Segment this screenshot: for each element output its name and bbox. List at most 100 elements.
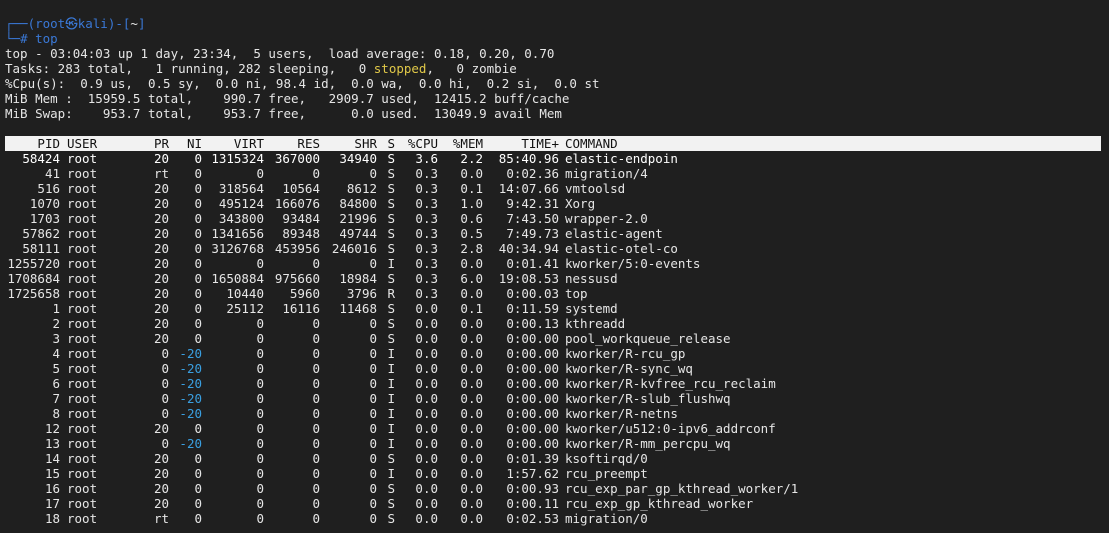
table-row[interactable]: 14 root 20 0 0 0 0 S 0.0 0.0 0:01.39 ksoftirqd/0 — [5, 451, 1109, 466]
cell-time: 0:00.00 — [506, 406, 559, 421]
column-header-time[interactable]: TIME+ — [483, 136, 559, 151]
column-header-user[interactable]: USER — [60, 136, 130, 151]
terminal-window[interactable]: ┌──(root㉿kali)-[~] └─# top top - 03:04:0… — [0, 0, 1109, 533]
cell-ni: -20 — [179, 346, 202, 361]
table-row[interactable]: 516 root 20 0 318564 10564 8612 S 0.3 0.1 14:07.66… — [5, 181, 1109, 196]
table-row[interactable]: 7 root 0 -20 0 0 0 I 0.0 0.0 0:00.00 kworker/R-slub… — [5, 391, 1109, 406]
cell-res: 93484 — [282, 211, 320, 226]
cell-ni: 0 — [194, 451, 202, 466]
cell-ni: 0 — [194, 286, 202, 301]
table-row[interactable]: 58111 root 20 0 3126768 453956 246016 S 0.3 2.8 40… — [5, 241, 1109, 256]
column-header-ni[interactable]: NI — [169, 136, 202, 151]
cell-mem: 6.0 — [460, 271, 483, 286]
cell-state: I — [387, 406, 395, 421]
cell-shr: 18984 — [339, 271, 377, 286]
cell-pr: 0 — [161, 376, 169, 391]
table-row[interactable]: 17 root 20 0 0 0 0 S 0.0 0.0 0:00.11 rcu_exp_gp_kth… — [5, 496, 1109, 511]
column-header-virt[interactable]: VIRT — [202, 136, 264, 151]
cell-cpu: 0.0 — [415, 376, 438, 391]
cell-command: elastic-otel-co — [565, 241, 678, 256]
cell-ni: 0 — [194, 166, 202, 181]
cell-command: wrapper-2.0 — [565, 211, 648, 226]
process-table-body[interactable]: 58424 root 20 0 1315324 367000 34940 S 3.6 2.2 85:… — [5, 151, 1109, 526]
cell-pid: 1255720 — [7, 256, 60, 271]
cell-state: S — [387, 496, 395, 511]
cell-command: rcu_exp_par_gp_kthread_worker/1 — [565, 481, 799, 496]
cell-user: root — [67, 451, 98, 466]
table-row[interactable]: 5 root 0 -20 0 0 0 I 0.0 0.0 0:00.00 kworker/R-sync… — [5, 361, 1109, 376]
column-header-mem[interactable]: %MEM — [438, 136, 483, 151]
cell-state: I — [387, 466, 395, 481]
cell-cpu: 0.0 — [415, 496, 438, 511]
cell-pr: 20 — [153, 196, 169, 211]
cell-mem: 0.0 — [460, 346, 483, 361]
cell-pid: 17 — [44, 496, 60, 511]
cell-shr: 0 — [369, 391, 377, 406]
cell-res: 0 — [312, 361, 320, 376]
cell-cpu: 0.0 — [415, 436, 438, 451]
table-row[interactable]: 1070 root 20 0 495124 166076 84800 S 0.3 1.0 9:42.… — [5, 196, 1109, 211]
table-row[interactable]: 1708684 root 20 0 1650884 975660 18984 S 0.3 6.0 1… — [5, 271, 1109, 286]
table-row[interactable]: 13 root 0 -20 0 0 0 I 0.0 0.0 0:00.00 kworker/R-mm_… — [5, 436, 1109, 451]
cell-time: 0:00.00 — [506, 346, 559, 361]
cell-shr: 0 — [369, 316, 377, 331]
cell-state: S — [387, 166, 395, 181]
table-row[interactable]: 16 root 20 0 0 0 0 S 0.0 0.0 0:00.93 rcu_exp_par_gp… — [5, 481, 1109, 496]
table-row[interactable]: 1 root 20 0 25112 16116 11468 S 0.0 0.1 0:11.59 sys… — [5, 301, 1109, 316]
table-row[interactable]: 3 root 20 0 0 0 0 S 0.0 0.0 0:00.00 pool_workqueue_… — [5, 331, 1109, 346]
tasks-zombie: , 0 zombie — [426, 61, 517, 76]
cell-time: 0:00.00 — [506, 421, 559, 436]
column-header-shr[interactable]: SHR — [320, 136, 377, 151]
cell-ni: 0 — [194, 181, 202, 196]
column-header-command[interactable]: COMMAND — [559, 136, 979, 151]
table-row[interactable]: 1725658 root 20 0 10440 5960 3796 R 0.3 0.0 0:00.0… — [5, 286, 1109, 301]
cell-virt: 3126768 — [211, 241, 264, 256]
table-row[interactable]: 58424 root 20 0 1315324 367000 34940 S 3.6 2.2 85:… — [5, 151, 1109, 166]
cell-res: 16116 — [282, 301, 320, 316]
table-row[interactable]: 6 root 0 -20 0 0 0 I 0.0 0.0 0:00.00 kworker/R-kvfr… — [5, 376, 1109, 391]
table-row[interactable]: 41 root rt 0 0 0 0 S 0.3 0.0 0:02.36 migration/4 — [5, 166, 1109, 181]
column-header-pid[interactable]: PID — [5, 136, 60, 151]
column-header-cpu[interactable]: %CPU — [395, 136, 438, 151]
cell-cpu: 0.0 — [415, 406, 438, 421]
cell-virt: 343800 — [218, 211, 264, 226]
prompt-frame-end: ] — [137, 16, 146, 31]
cell-mem: 0.0 — [460, 376, 483, 391]
table-row[interactable]: 57862 root 20 0 1341656 89348 49744 S 0.3 0.5 7:49… — [5, 226, 1109, 241]
table-row[interactable]: 18 root rt 0 0 0 0 S 0.0 0.0 0:02.53 migration/0 — [5, 511, 1109, 526]
cell-ni: 0 — [194, 511, 202, 526]
cell-ni: 0 — [194, 271, 202, 286]
cell-user: root — [67, 436, 98, 451]
table-row[interactable]: 1703 root 20 0 343800 93484 21996 S 0.3 0.6 7:43.5… — [5, 211, 1109, 226]
cell-virt: 0 — [256, 361, 264, 376]
cell-mem: 0.0 — [460, 316, 483, 331]
cell-shr: 34940 — [339, 151, 377, 166]
table-row[interactable]: 2 root 20 0 0 0 0 S 0.0 0.0 0:00.13 kthreadd — [5, 316, 1109, 331]
cell-time: 7:43.50 — [506, 211, 559, 226]
cell-command: vmtoolsd — [565, 181, 626, 196]
column-header-res[interactable]: RES — [264, 136, 320, 151]
table-row[interactable]: 1255720 root 20 0 0 0 0 I 0.3 0.0 0:01.41 kworker/5… — [5, 256, 1109, 271]
cell-user: root — [67, 241, 98, 256]
table-row[interactable]: 15 root 20 0 0 0 0 I 0.0 0.0 1:57.62 rcu_preempt — [5, 466, 1109, 481]
cell-pr: 20 — [153, 226, 169, 241]
table-row[interactable]: 8 root 0 -20 0 0 0 I 0.0 0.0 0:00.00 kworker/R-netn… — [5, 406, 1109, 421]
cell-state: S — [387, 181, 395, 196]
cell-res: 0 — [312, 466, 320, 481]
cell-mem: 0.1 — [460, 181, 483, 196]
table-row[interactable]: 4 root 0 -20 0 0 0 I 0.0 0.0 0:00.00 kworker/R-rcu_… — [5, 346, 1109, 361]
cell-command: kworker/R-sync_wq — [565, 361, 693, 376]
column-header-state[interactable]: S — [377, 136, 395, 151]
cell-pr: 0 — [161, 391, 169, 406]
cell-time: 0:01.39 — [506, 451, 559, 466]
cell-virt: 0 — [256, 481, 264, 496]
cell-res: 166076 — [274, 196, 320, 211]
table-row[interactable]: 12 root 20 0 0 0 0 I 0.0 0.0 0:00.00 kworker/u512:0… — [5, 421, 1109, 436]
column-header-pr[interactable]: PR — [130, 136, 169, 151]
cell-pid: 1725658 — [7, 286, 60, 301]
cell-res: 0 — [312, 421, 320, 436]
cell-mem: 0.0 — [460, 361, 483, 376]
cell-pid: 16 — [44, 481, 60, 496]
cell-time: 0:00.93 — [506, 481, 559, 496]
cell-pid: 13 — [44, 436, 60, 451]
